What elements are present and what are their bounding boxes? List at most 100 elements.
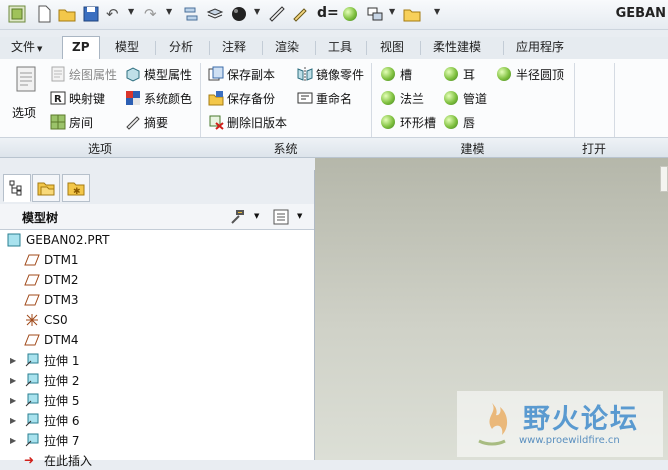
tree-item-datum-plane[interactable]: DTM1 xyxy=(0,250,310,270)
radius-dome-feature-icon xyxy=(497,67,511,81)
drawing-properties-button[interactable]: 绘图属性 xyxy=(50,65,117,83)
sketch-icon[interactable] xyxy=(292,5,310,23)
tab-applications[interactable]: 应用程序 xyxy=(507,37,573,58)
slot-feature-icon xyxy=(381,67,395,81)
flange-feature-icon xyxy=(381,91,395,105)
tree-item-extrude[interactable]: ▶ 拉伸 6 xyxy=(0,410,310,430)
tab-model[interactable]: 模型 xyxy=(106,37,148,58)
tree-item-datum-plane[interactable]: DTM2 xyxy=(0,270,310,290)
chevron-down-icon[interactable]: ▼ xyxy=(254,212,259,220)
layers-icon[interactable] xyxy=(206,5,224,23)
group-label-open: 打开 xyxy=(581,142,606,156)
pipe-feature-icon xyxy=(444,91,458,105)
save-backup-button[interactable]: 保存备份 xyxy=(208,89,275,107)
appearance-sphere-icon[interactable] xyxy=(230,5,248,23)
chevron-down-icon[interactable]: ▼ xyxy=(297,212,302,220)
chevron-down-icon[interactable]: ▼ xyxy=(389,7,395,16)
folder-open-icon[interactable] xyxy=(403,5,421,23)
watermark-name: 野火论坛 xyxy=(523,404,639,435)
tab-flexible-modeling[interactable]: 柔性建模 xyxy=(424,37,490,58)
tree-show-list-icon[interactable] xyxy=(272,208,290,226)
mirror-part-icon xyxy=(297,67,313,81)
options-button-label: 选项 xyxy=(12,106,37,120)
mapkeys-button[interactable]: R 映射键 xyxy=(50,89,105,107)
flange-button[interactable]: 法兰 xyxy=(381,89,424,107)
system-colors-button[interactable]: 系统颜色 xyxy=(125,89,192,107)
erase-old-versions-button[interactable]: 删除旧版本 xyxy=(208,113,287,131)
tree-item-insert-here[interactable]: ➜ 在此插入 xyxy=(0,450,310,470)
model-tree-tab[interactable] xyxy=(3,174,31,202)
room-button[interactable]: 房间 xyxy=(50,113,93,131)
customize-toolbar-icon[interactable]: ▼ xyxy=(434,7,440,16)
expand-arrow-icon[interactable]: ▶ xyxy=(10,436,20,445)
datum-plane-icon xyxy=(24,334,40,346)
svg-text:✱: ✱ xyxy=(73,187,81,197)
ear-feature-icon xyxy=(444,67,458,81)
neck-button[interactable]: 环形槽 xyxy=(381,113,436,131)
extrude-icon xyxy=(25,413,39,427)
tree-item-coordinate-system[interactable]: CS0 xyxy=(0,310,310,330)
regenerate-icon[interactable] xyxy=(182,5,200,23)
options-button[interactable]: 选项 xyxy=(8,63,42,123)
navigator-tabs: ✱ xyxy=(0,170,314,205)
favorites-tab[interactable]: ✱ xyxy=(62,174,90,202)
folder-browser-tab[interactable] xyxy=(32,174,60,202)
tree-item-extrude[interactable]: ▶ 拉伸 2 xyxy=(0,370,310,390)
new-file-icon[interactable] xyxy=(35,5,53,23)
tree-item-part[interactable]: GEBAN02.PRT xyxy=(0,230,310,250)
tree-item-extrude[interactable]: ▶ 拉伸 5 xyxy=(0,390,310,410)
graphics-viewport[interactable]: 野火论坛 www.proewildfire.cn xyxy=(315,158,668,460)
chevron-down-icon[interactable]: ▼ xyxy=(254,7,260,16)
chevron-down-icon[interactable]: ▼ xyxy=(128,7,134,16)
chevron-down-icon[interactable]: ▼ xyxy=(166,7,172,16)
pipe-button[interactable]: 管道 xyxy=(444,89,487,107)
undo-icon[interactable]: ↶ xyxy=(106,5,124,23)
open-folder-icon[interactable] xyxy=(58,5,76,23)
extrude-icon xyxy=(25,353,39,367)
window-switch-icon[interactable] xyxy=(366,5,384,23)
tab-annotate[interactable]: 注释 xyxy=(213,37,255,58)
tree-item-datum-plane[interactable]: DTM4 xyxy=(0,330,310,350)
feature-sphere-icon[interactable] xyxy=(343,7,361,25)
viewport-side-handle[interactable] xyxy=(660,166,668,192)
app-icon[interactable] xyxy=(8,5,26,23)
expand-arrow-icon[interactable]: ▶ xyxy=(10,356,20,365)
group-label-options: 选项 xyxy=(87,142,112,156)
ribbon-group-labels: 选项 系统 建模 打开 xyxy=(0,137,668,158)
extrude-icon xyxy=(25,393,39,407)
flame-logo-icon xyxy=(478,403,508,446)
options-icon xyxy=(16,66,36,92)
slot-button[interactable]: 槽 xyxy=(381,65,412,83)
tree-item-datum-plane[interactable]: DTM3 xyxy=(0,290,310,310)
tree-settings-tools-icon[interactable] xyxy=(229,208,247,226)
save-icon[interactable] xyxy=(82,5,100,23)
tab-analysis[interactable]: 分析 xyxy=(160,37,202,58)
expand-arrow-icon[interactable]: ▶ xyxy=(10,376,20,385)
expand-arrow-icon[interactable]: ▶ xyxy=(10,416,20,425)
ear-button[interactable]: 耳 xyxy=(444,65,475,83)
model-properties-button[interactable]: 模型属性 xyxy=(125,65,192,83)
model-tree-header: 模型树 ▼ ▼ xyxy=(0,204,314,230)
favorites-icon: ✱ xyxy=(67,182,85,197)
redo-icon[interactable]: ↷ xyxy=(144,5,162,23)
rename-button[interactable]: 重命名 xyxy=(297,89,352,107)
tab-view[interactable]: 视图 xyxy=(371,37,413,58)
mirror-part-button[interactable]: 镜像零件 xyxy=(297,65,364,83)
datum-plane-icon xyxy=(24,274,40,286)
lip-button[interactable]: 唇 xyxy=(444,113,475,131)
tree-item-extrude[interactable]: ▶ 拉伸 1 xyxy=(0,350,310,370)
save-copy-button[interactable]: 保存副本 xyxy=(208,65,275,83)
extrude-icon xyxy=(25,373,39,387)
measure-ruler-icon[interactable] xyxy=(268,5,286,23)
radius-dome-button[interactable]: 半径圆顶 xyxy=(497,65,564,83)
relations-icon[interactable]: d= xyxy=(317,5,339,23)
tab-file[interactable]: 文件 ▼ xyxy=(2,37,51,58)
tree-item-extrude[interactable]: ▶ 拉伸 7 xyxy=(0,430,310,450)
window-title: GEBAN xyxy=(615,6,666,21)
summary-button[interactable]: 摘要 xyxy=(125,113,168,131)
mapkey-icon: R xyxy=(50,91,66,105)
tab-tools[interactable]: 工具 xyxy=(319,37,361,58)
tab-render[interactable]: 渲染 xyxy=(266,37,308,58)
expand-arrow-icon[interactable]: ▶ xyxy=(10,396,20,405)
tab-zp[interactable]: ZP xyxy=(62,36,100,60)
